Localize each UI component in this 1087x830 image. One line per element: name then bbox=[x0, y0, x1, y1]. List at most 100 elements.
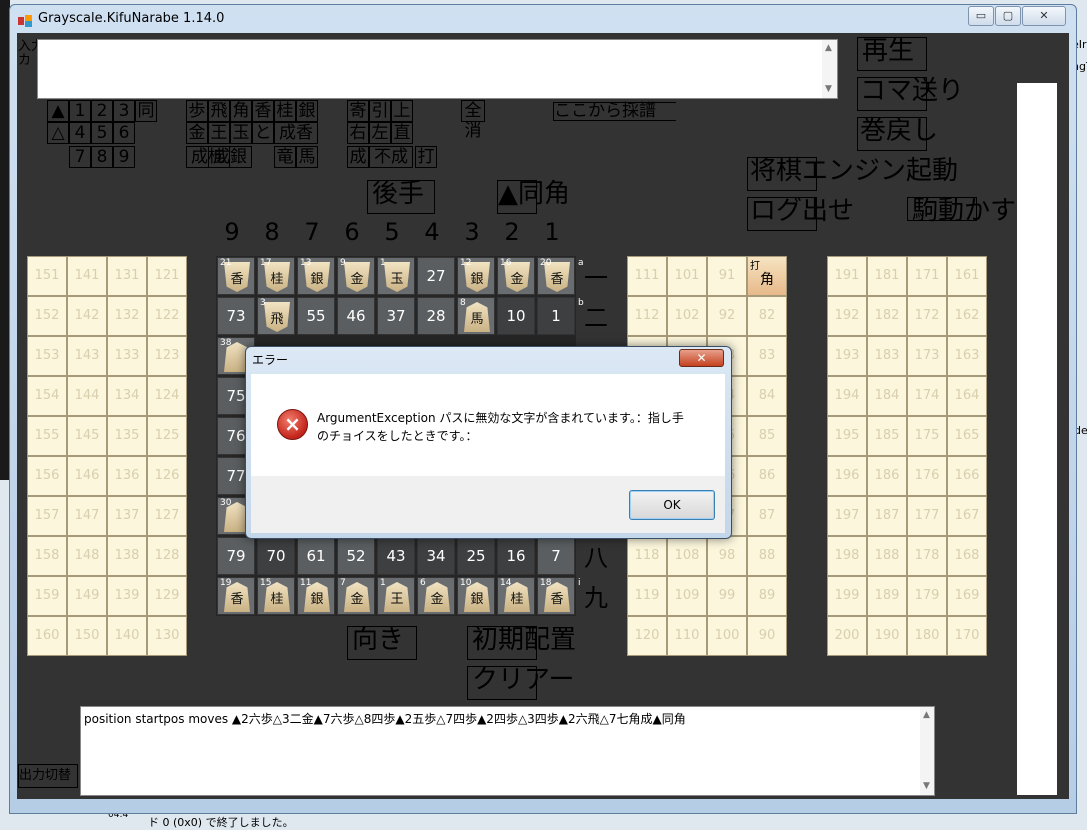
clear-button[interactable]: クリアー bbox=[467, 666, 574, 700]
board-square[interactable]: 飛3 bbox=[257, 297, 295, 335]
komadai-cell[interactable]: 124 bbox=[147, 376, 187, 416]
komadai-cell[interactable]: 111 bbox=[627, 256, 667, 296]
komadai-cell[interactable]: 184 bbox=[867, 376, 907, 416]
komadai-cell[interactable]: 196 bbox=[827, 456, 867, 496]
komadai-cell[interactable]: 179 bbox=[907, 576, 947, 616]
komadai-cell[interactable]: 200 bbox=[827, 616, 867, 656]
komadai-cell[interactable]: 132 bbox=[107, 296, 147, 336]
komadai-cell[interactable]: 139 bbox=[107, 576, 147, 616]
key-agaru[interactable]: 上 bbox=[391, 100, 413, 122]
board-square[interactable]: 金7 bbox=[337, 577, 375, 615]
komadai-cell[interactable]: 167 bbox=[947, 496, 987, 536]
komadai-cell[interactable]: 199 bbox=[827, 576, 867, 616]
key-gote[interactable]: △ bbox=[47, 122, 69, 144]
komadai-cell[interactable]: 89 bbox=[747, 576, 787, 616]
board-square[interactable]: 55 bbox=[297, 297, 335, 335]
komadai-cell[interactable]: 127 bbox=[147, 496, 187, 536]
komadai-cell[interactable]: 131 bbox=[107, 256, 147, 296]
board-square[interactable]: 王1 bbox=[377, 577, 415, 615]
komadai-cell[interactable]: 185 bbox=[867, 416, 907, 456]
key-tokin[interactable]: と bbox=[252, 122, 274, 144]
komadai-cell[interactable]: 189 bbox=[867, 576, 907, 616]
key-fu[interactable]: 歩 bbox=[186, 100, 208, 122]
komadai-cell[interactable]: 136 bbox=[107, 456, 147, 496]
step-button[interactable]: コマ送り bbox=[857, 77, 964, 111]
key-sente[interactable]: ▲ bbox=[47, 100, 69, 122]
komadai-cell[interactable]: 125 bbox=[147, 416, 187, 456]
key-9[interactable]: 9 bbox=[113, 146, 135, 168]
komadai-cell[interactable]: 193 bbox=[827, 336, 867, 376]
komadai-cell[interactable]: 181 bbox=[867, 256, 907, 296]
komadai-cell[interactable]: 118 bbox=[627, 536, 667, 576]
log-out-button[interactable]: ログ出せ bbox=[747, 197, 854, 231]
komadai-cell[interactable]: 108 bbox=[667, 536, 707, 576]
board-square[interactable]: 香 18 bbox=[537, 577, 575, 615]
komadai-cell[interactable]: 148 bbox=[67, 536, 107, 576]
board-square[interactable]: 46 bbox=[337, 297, 375, 335]
board-square[interactable]: 桂 15 bbox=[257, 577, 295, 615]
komadai-cell[interactable]: 180 bbox=[907, 616, 947, 656]
scroll-up-icon[interactable]: ▲ bbox=[923, 710, 930, 720]
komadai-cell[interactable]: 112 bbox=[627, 296, 667, 336]
komadai-cell[interactable]: 149 bbox=[67, 576, 107, 616]
key-hisha[interactable]: 飛 bbox=[208, 100, 230, 122]
komadai-cell[interactable]: 175 bbox=[907, 416, 947, 456]
komadai-cell[interactable]: 158 bbox=[27, 536, 67, 576]
scroll-down-icon[interactable]: ▼ bbox=[923, 781, 930, 791]
komadai-cell[interactable]: 120 bbox=[627, 616, 667, 656]
komadai-cell[interactable]: 88 bbox=[747, 536, 787, 576]
key-utsu[interactable]: 打 bbox=[415, 146, 437, 168]
board-square[interactable]: 34 bbox=[417, 537, 455, 575]
komadai-cell[interactable]: 163 bbox=[947, 336, 987, 376]
engine-start-button[interactable]: 将棋エンジン起動 bbox=[747, 157, 958, 191]
komadai-cell[interactable]: 157 bbox=[27, 496, 67, 536]
komadai-cell[interactable]: 176 bbox=[907, 456, 947, 496]
record-from-here-button[interactable]: ここから採譜 bbox=[553, 102, 676, 121]
key-kin[interactable]: 金 bbox=[186, 122, 208, 144]
initial-position-button[interactable]: 初期配置 bbox=[467, 626, 576, 660]
komadai-cell[interactable]: 141 bbox=[67, 256, 107, 296]
board-square[interactable]: 16 bbox=[497, 537, 535, 575]
key-1[interactable]: 1 bbox=[69, 100, 91, 122]
komadai-cell[interactable]: 119 bbox=[627, 576, 667, 616]
scroll-up-icon[interactable]: ▲ bbox=[825, 43, 832, 53]
key-7[interactable]: 7 bbox=[69, 146, 91, 168]
komadai-cell[interactable]: 194 bbox=[827, 376, 867, 416]
board-square[interactable]: 銀 12 bbox=[457, 257, 495, 295]
komadai-cell[interactable]: 144 bbox=[67, 376, 107, 416]
key-naru[interactable]: 成 bbox=[347, 146, 369, 168]
board-square[interactable]: 香 20 bbox=[537, 257, 575, 295]
komadai-cell[interactable]: 164 bbox=[947, 376, 987, 416]
komadai-cell[interactable]: 190 bbox=[867, 616, 907, 656]
komadai-cell[interactable]: 122 bbox=[147, 296, 187, 336]
komadai-cell[interactable]: 182 bbox=[867, 296, 907, 336]
komadai-cell[interactable]: 92 bbox=[707, 296, 747, 336]
dialog-close-button[interactable]: ✕ bbox=[679, 349, 724, 367]
key-hidari[interactable]: 左 bbox=[369, 122, 391, 144]
komadai-cell[interactable]: 173 bbox=[907, 336, 947, 376]
komadai-cell[interactable]: 156 bbox=[27, 456, 67, 496]
komadai-cell[interactable]: 198 bbox=[827, 536, 867, 576]
output-toggle-button[interactable]: 出力切替 bbox=[18, 764, 78, 788]
board-square[interactable]: 金9 bbox=[337, 257, 375, 295]
komadai-cell[interactable]: 151 bbox=[27, 256, 67, 296]
key-kyo[interactable]: 香 bbox=[252, 100, 274, 122]
key-2[interactable]: 2 bbox=[91, 100, 113, 122]
board-square[interactable]: 25 bbox=[457, 537, 495, 575]
komadai-cell[interactable]: 87 bbox=[747, 496, 787, 536]
board-square[interactable]: 73 bbox=[217, 297, 255, 335]
komadai-cell[interactable]: 168 bbox=[947, 536, 987, 576]
komadai-cell[interactable]: 183 bbox=[867, 336, 907, 376]
piece-in-hand[interactable]: 打角 bbox=[748, 257, 786, 295]
komadai-cell[interactable]: 109 bbox=[667, 576, 707, 616]
ok-button[interactable]: OK bbox=[629, 490, 715, 520]
key-narikyo[interactable]: 成香 bbox=[274, 122, 318, 144]
komadai-cell[interactable]: 195 bbox=[827, 416, 867, 456]
key-ou[interactable]: 王 bbox=[208, 122, 230, 144]
komadai-cell[interactable]: 138 bbox=[107, 536, 147, 576]
board-square[interactable]: 金6 bbox=[417, 577, 455, 615]
key-gin[interactable]: 銀 bbox=[296, 100, 318, 122]
komadai-cell[interactable]: 142 bbox=[67, 296, 107, 336]
board-square[interactable]: 70 bbox=[257, 537, 295, 575]
key-3[interactable]: 3 bbox=[113, 100, 135, 122]
